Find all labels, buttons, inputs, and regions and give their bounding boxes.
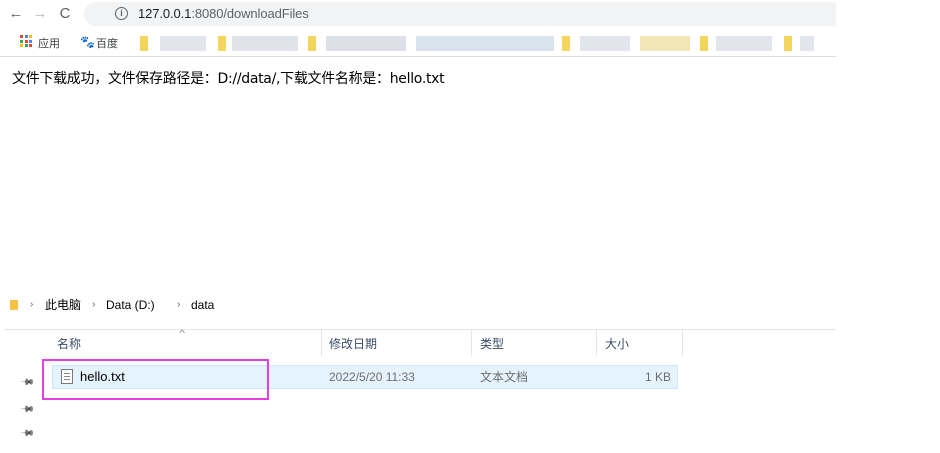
- bookmarks-bar: 应用 🐾 百度: [0, 31, 836, 57]
- forward-button[interactable]: →: [30, 4, 50, 24]
- reload-button[interactable]: C: [55, 4, 75, 24]
- url-path: :8080/downloadFiles: [191, 6, 309, 21]
- blurred-bookmark[interactable]: [416, 36, 554, 51]
- blurred-bookmark-icon[interactable]: [308, 36, 316, 51]
- bookmark-apps[interactable]: 应用: [38, 36, 60, 52]
- column-divider[interactable]: [471, 330, 472, 356]
- column-divider[interactable]: [596, 330, 597, 356]
- explorer-divider: [4, 329, 836, 330]
- column-header-type[interactable]: 类型: [480, 336, 504, 352]
- blurred-bookmark[interactable]: [800, 36, 814, 51]
- file-size: 1 KB: [644, 370, 671, 384]
- chevron-right-icon[interactable]: ›: [30, 296, 33, 314]
- back-button[interactable]: ←: [6, 4, 26, 24]
- column-header-date[interactable]: 修改日期: [329, 336, 377, 352]
- blurred-bookmark-icon[interactable]: [562, 36, 570, 51]
- blurred-bookmark-icon[interactable]: [140, 36, 148, 51]
- chevron-right-icon[interactable]: ›: [177, 296, 180, 314]
- baidu-paw-icon[interactable]: 🐾: [80, 35, 95, 49]
- pin-icon[interactable]: 📌: [20, 375, 35, 391]
- bookmark-baidu[interactable]: 百度: [96, 36, 118, 52]
- address-bar[interactable]: i 127.0.0.1:8080/downloadFiles: [84, 2, 836, 26]
- breadcrumb-this-pc[interactable]: 此电脑: [45, 296, 81, 314]
- breadcrumb-drive-d[interactable]: Data (D:): [106, 296, 155, 314]
- blurred-bookmark[interactable]: [160, 36, 206, 51]
- url-text[interactable]: 127.0.0.1:8080/downloadFiles: [138, 6, 309, 22]
- file-name[interactable]: hello.txt: [80, 369, 125, 385]
- chevron-right-icon[interactable]: ›: [92, 296, 95, 314]
- info-icon[interactable]: i: [115, 7, 128, 20]
- url-host: 127.0.0.1: [138, 6, 192, 21]
- text-file-icon: [61, 369, 73, 384]
- browser-toolbar: ← → C i 127.0.0.1:8080/downloadFiles: [0, 0, 836, 28]
- blurred-bookmark-icon[interactable]: [700, 36, 708, 51]
- blurred-bookmark[interactable]: [580, 36, 630, 51]
- column-header-name[interactable]: 名称: [57, 336, 81, 352]
- file-type: 文本文档: [480, 370, 529, 384]
- column-divider[interactable]: [321, 330, 322, 356]
- column-divider[interactable]: [682, 330, 683, 356]
- file-modified-date: 2022/5/20 11:33: [329, 370, 415, 384]
- file-row[interactable]: hello.txt 2022/5/20 11:33 文本文档 1 KB: [52, 365, 678, 389]
- download-success-message: 文件下载成功，文件保存路径是：D://data/,下载文件名称是：hello.t…: [12, 71, 445, 87]
- blurred-bookmark[interactable]: [232, 36, 298, 51]
- blurred-bookmark-icon[interactable]: [218, 36, 226, 51]
- column-header-size[interactable]: 大小: [605, 336, 629, 352]
- breadcrumb-data-folder[interactable]: data: [191, 296, 214, 314]
- blurred-bookmark[interactable]: [716, 36, 772, 51]
- sort-ascending-icon[interactable]: ^: [179, 328, 185, 338]
- blurred-bookmark-icon[interactable]: [784, 36, 792, 51]
- folder-icon: [10, 300, 18, 310]
- blurred-bookmark[interactable]: [640, 36, 690, 51]
- pin-icon[interactable]: 📌: [20, 402, 35, 418]
- blurred-bookmark[interactable]: [326, 36, 406, 51]
- pin-icon[interactable]: 📌: [20, 426, 35, 442]
- apps-grid-icon[interactable]: [20, 35, 32, 47]
